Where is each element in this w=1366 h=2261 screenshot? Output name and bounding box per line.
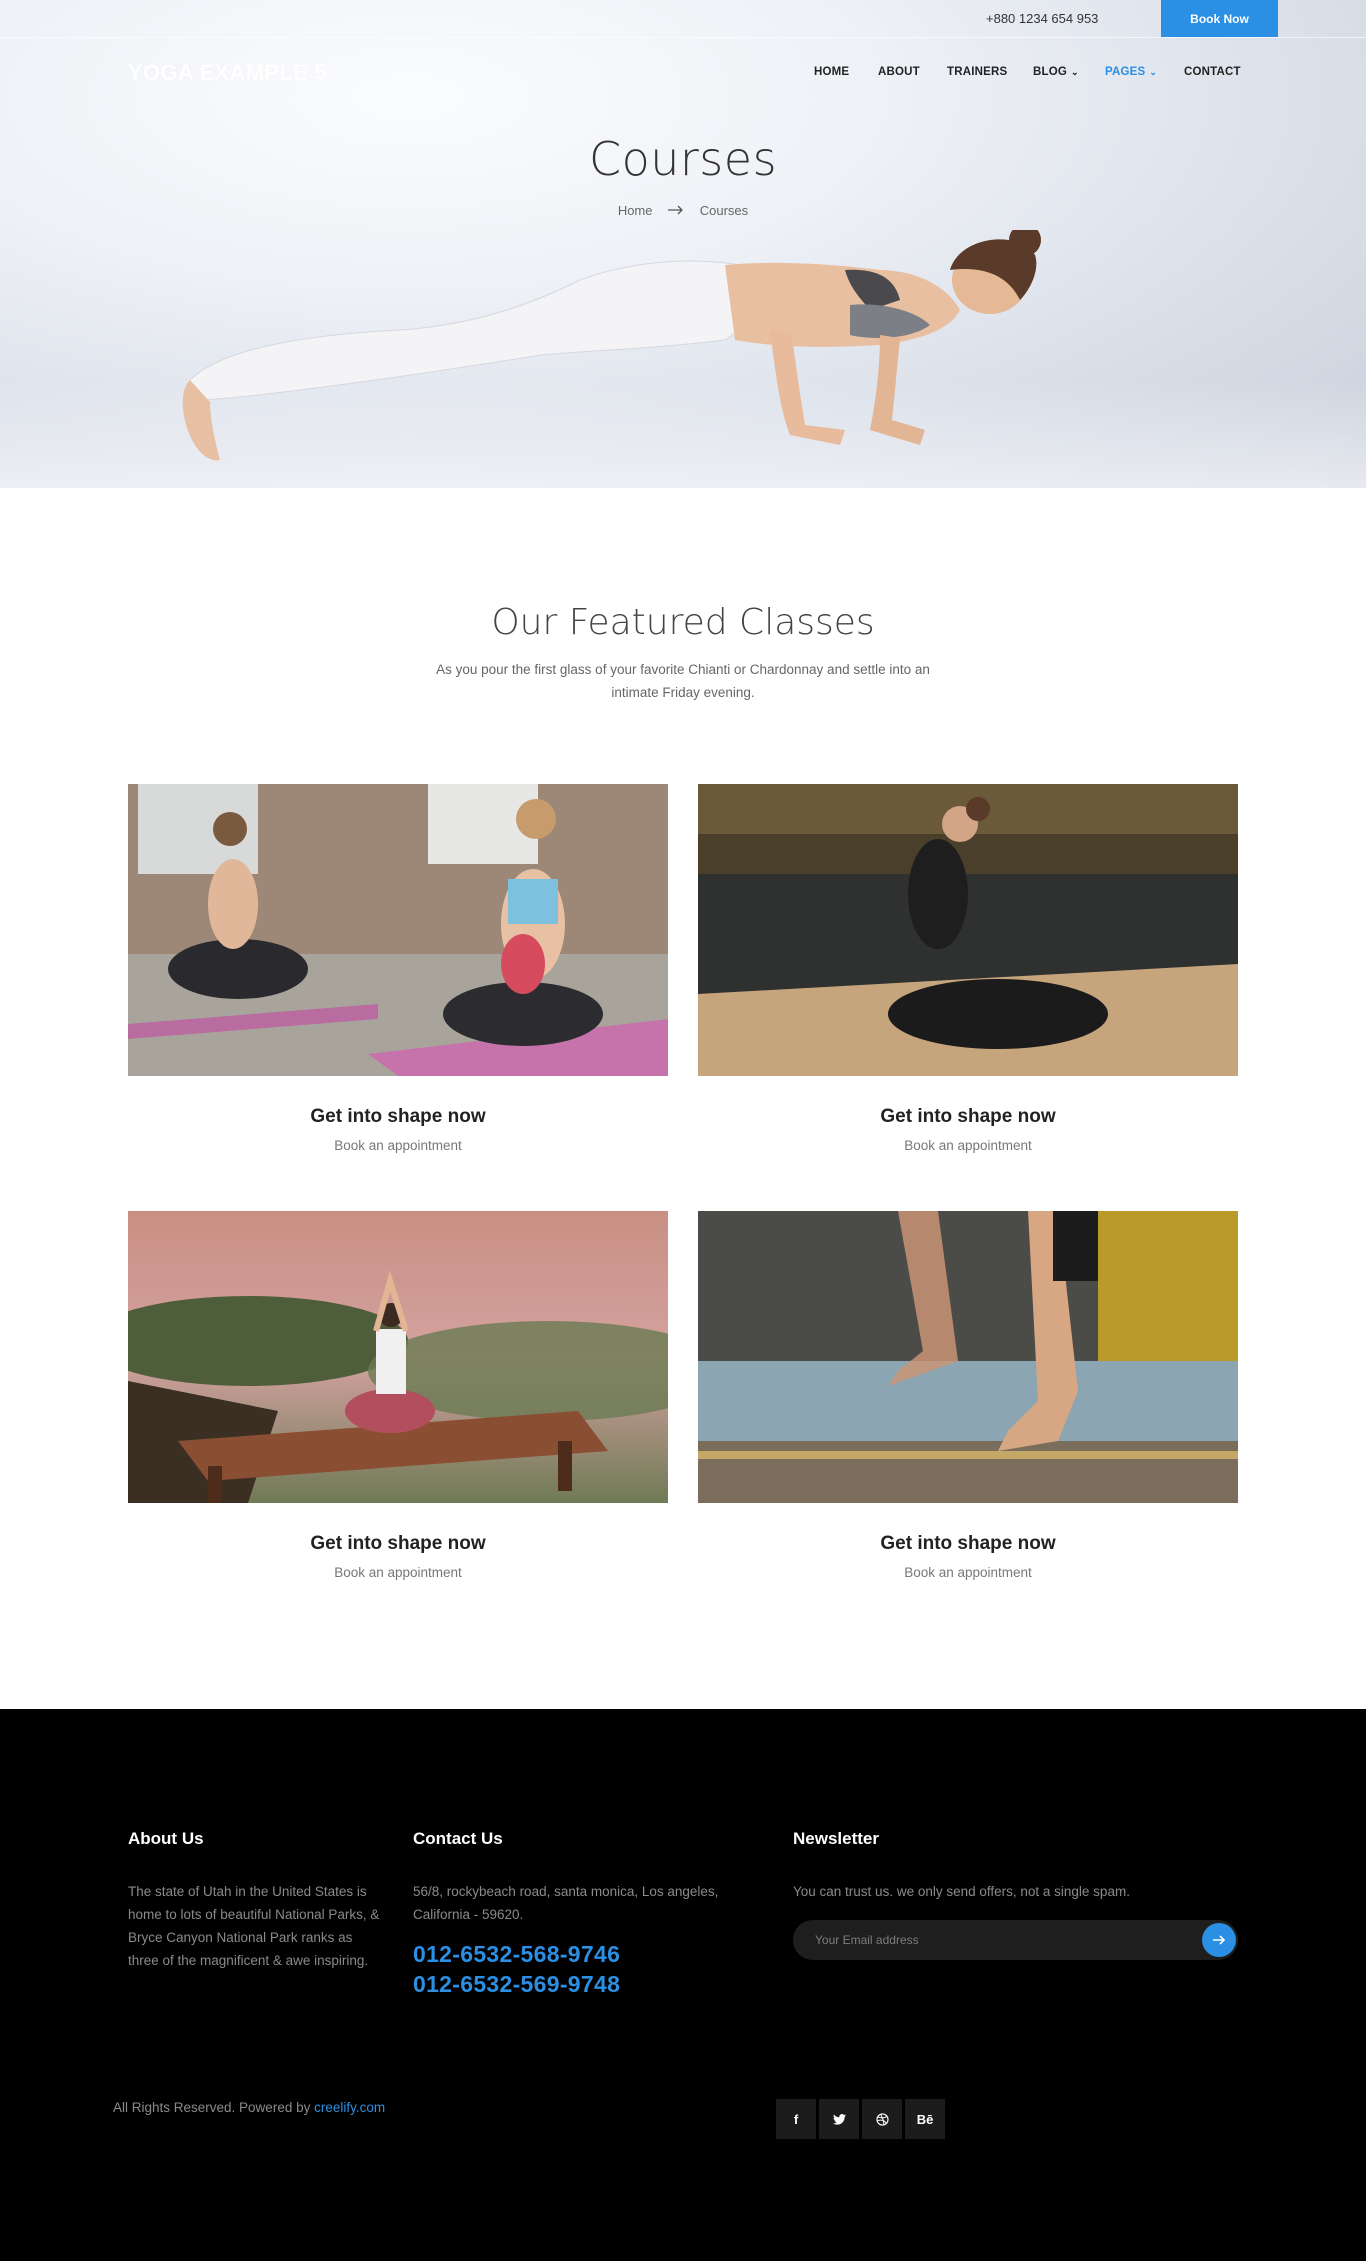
book-appointment-link[interactable]: Book an appointment [128, 1565, 668, 1580]
contact-phone-1[interactable]: 012-6532-568-9746 [413, 1941, 620, 1968]
nav-blog-label: BLOG [1033, 66, 1068, 78]
behance-icon[interactable]: Bē [905, 2099, 945, 2139]
nav-blog[interactable]: BLOG ⌄ [1033, 66, 1079, 78]
hero-banner: +880 1234 654 953 Book Now YOGA EXAMPLE … [0, 0, 1366, 488]
about-heading: About Us [128, 1829, 204, 1848]
copyright: All Rights Reserved. Powered by creelify… [113, 2100, 385, 2115]
newsletter-form [793, 1920, 1238, 1960]
footer: About Us The state of Utah in the United… [0, 1709, 1366, 2261]
main-nav: HOME ABOUT TRAINERS BLOG ⌄ PAGES ⌄ CONTACT [0, 66, 1366, 82]
class-image-feet-stretch[interactable] [698, 1211, 1238, 1503]
class-card: Get into shape now Book an appointment [698, 784, 1238, 1153]
breadcrumb-current: Courses [699, 203, 749, 218]
newsletter-email-input[interactable] [793, 1920, 1193, 1960]
newsletter-heading: Newsletter [793, 1829, 879, 1848]
class-card: Get into shape now Book an appointment [128, 784, 668, 1153]
twitter-icon[interactable] [819, 2099, 859, 2139]
class-card: Get into shape now Book an appointment [128, 1211, 668, 1580]
book-appointment-link[interactable]: Book an appointment [698, 1138, 1238, 1153]
breadcrumb-home[interactable]: Home [618, 203, 653, 218]
topbar-phone[interactable]: +880 1234 654 953 [986, 11, 1098, 26]
dribbble-icon[interactable] [862, 2099, 902, 2139]
class-title[interactable]: Get into shape now [128, 1533, 668, 1555]
featured-title: Our Featured Classes [491, 602, 875, 643]
nav-trainers[interactable]: TRAINERS [947, 66, 1007, 78]
yoga-woman-image [182, 230, 1041, 461]
class-image-lakeside[interactable] [698, 784, 1238, 1076]
arrow-right-icon [1213, 1935, 1226, 1945]
nav-pages[interactable]: PAGES ⌄ [1105, 66, 1157, 78]
class-image-meditation[interactable] [128, 784, 668, 1076]
social-links: f Bē [776, 2099, 945, 2139]
newsletter-submit-button[interactable] [1202, 1923, 1236, 1957]
contact-heading: Contact Us [413, 1829, 503, 1848]
powered-by-link[interactable]: creelify.com [314, 2100, 385, 2115]
breadcrumb: Home Courses [0, 203, 1366, 218]
nav-home[interactable]: HOME [814, 66, 849, 78]
featured-description: As you pour the first glass of your favo… [436, 662, 930, 700]
top-bar: +880 1234 654 953 Book Now [0, 0, 1366, 38]
facebook-icon[interactable]: f [776, 2099, 816, 2139]
nav-pages-label: PAGES [1105, 66, 1146, 78]
nav-about[interactable]: ABOUT [878, 66, 920, 78]
book-appointment-link[interactable]: Book an appointment [698, 1565, 1238, 1580]
class-title[interactable]: Get into shape now [128, 1106, 668, 1128]
class-title[interactable]: Get into shape now [698, 1106, 1238, 1128]
chevron-down-icon: ⌄ [1149, 67, 1158, 77]
newsletter-text: You can trust us. we only send offers, n… [793, 1884, 1130, 1899]
page-title: Courses [588, 132, 778, 186]
contact-address: 56/8, rockybeach road, santa monica, Los… [413, 1884, 719, 1922]
chevron-down-icon: ⌄ [1071, 67, 1079, 77]
class-image-mountain[interactable] [128, 1211, 668, 1503]
contact-phone-2[interactable]: 012-6532-569-9748 [413, 1971, 620, 1998]
copyright-text: All Rights Reserved. Powered by [113, 2100, 311, 2115]
about-text: The state of Utah in the United States i… [128, 1884, 380, 1968]
class-title[interactable]: Get into shape now [698, 1533, 1238, 1555]
nav-contact[interactable]: CONTACT [1184, 66, 1241, 78]
arrow-right-icon [668, 203, 688, 218]
class-card: Get into shape now Book an appointment [698, 1211, 1238, 1580]
book-appointment-link[interactable]: Book an appointment [128, 1138, 668, 1153]
book-now-button[interactable]: Book Now [1161, 0, 1278, 37]
